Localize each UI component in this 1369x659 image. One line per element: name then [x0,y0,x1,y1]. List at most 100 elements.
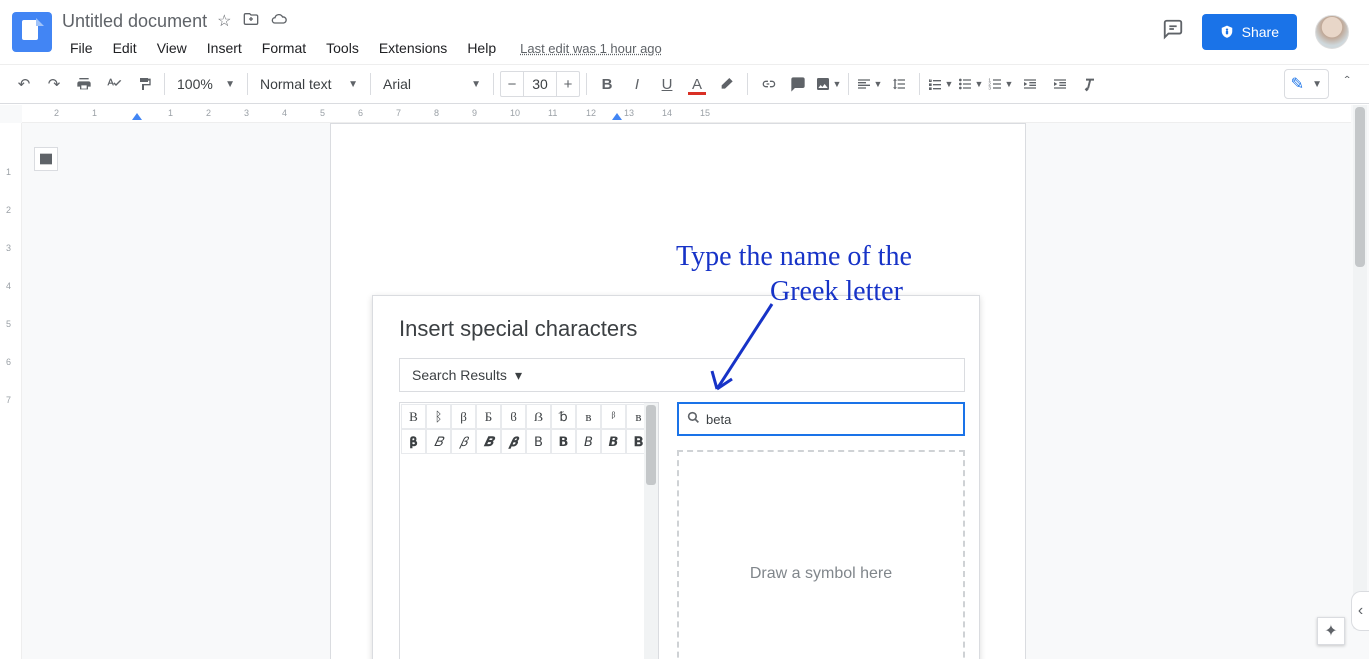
menu-extensions[interactable]: Extensions [371,36,455,60]
char-cell[interactable]: 𝜷 [501,429,526,454]
last-edit-link[interactable]: Last edit was 1 hour ago [520,41,662,56]
ruler-tick: 13 [624,108,634,118]
symbol-search-box[interactable] [677,402,965,436]
char-cell[interactable]: ␢ [551,404,576,429]
ruler-tick: 1 [92,108,97,118]
menu-format[interactable]: Format [254,36,314,60]
character-grid: B ᛒ β Ƃ ϐ ẞ ␢ ʙ ᵝ в 𝛃 𝐵 𝛽 𝑩 𝜷 𝖡 𝗕 [399,402,659,659]
highlight-color-icon[interactable] [713,70,741,98]
zoom-value: 100% [177,76,213,92]
char-cell[interactable]: B [401,404,426,429]
symbol-search-input[interactable] [706,412,955,427]
bold-button[interactable]: B [593,70,621,98]
align-icon[interactable]: ▼ [855,70,883,98]
char-cell[interactable]: 𝘉 [576,429,601,454]
svg-text:3: 3 [988,85,991,90]
ruler-tick: 4 [6,281,11,291]
insert-link-icon[interactable] [754,70,782,98]
numbered-list-icon[interactable]: 123▼ [986,70,1014,98]
clear-formatting-icon[interactable] [1076,70,1104,98]
spellcheck-icon[interactable] [100,70,128,98]
menu-insert[interactable]: Insert [199,36,250,60]
docs-logo-icon[interactable] [12,12,52,52]
char-cell[interactable]: 𝖡 [526,429,551,454]
pencil-icon: ✎ [1291,74,1304,94]
font-value: Arial [383,76,411,92]
vertical-scrollbar[interactable] [1353,105,1367,629]
ruler-tick: 7 [6,395,11,405]
indent-increase-icon[interactable] [1046,70,1074,98]
checklist-icon[interactable]: ▼ [926,70,954,98]
font-size-increase[interactable]: + [557,76,579,93]
comments-icon[interactable] [1162,18,1184,46]
dialog-title: Insert special characters [399,316,965,342]
draw-symbol-area[interactable]: Draw a symbol here [677,450,965,659]
editor-canvas: 2 1 1 2 3 4 5 6 7 8 9 10 11 12 13 14 15 … [0,105,1369,659]
doc-title[interactable]: Untitled document [62,11,207,32]
ruler-tick: 5 [6,319,11,329]
ruler-tick: 2 [54,108,59,118]
paint-format-icon[interactable] [130,70,158,98]
left-indent-marker[interactable] [132,113,142,120]
horizontal-ruler[interactable]: 2 1 1 2 3 4 5 6 7 8 9 10 11 12 13 14 15 [22,105,1351,123]
char-cell[interactable]: 𝐵 [426,429,451,454]
add-comment-icon[interactable] [784,70,812,98]
grid-scrollbar[interactable] [644,403,658,659]
char-cell[interactable]: ʙ [576,404,601,429]
zoom-combo[interactable]: 100%▼ [171,71,241,97]
italic-button[interactable]: I [623,70,651,98]
ruler-tick: 3 [244,108,249,118]
star-icon[interactable]: ☆ [217,11,231,32]
side-panel-handle[interactable]: ‹ [1351,591,1369,631]
explore-button[interactable]: ✦ [1317,617,1345,645]
vertical-ruler[interactable]: 1 2 3 4 5 6 7 [0,123,22,659]
line-spacing-icon[interactable] [885,70,913,98]
show-outline-icon[interactable] [34,147,58,171]
ruler-tick: 8 [434,108,439,118]
indent-decrease-icon[interactable] [1016,70,1044,98]
char-cell[interactable]: β [451,404,476,429]
ruler-tick: 6 [6,357,11,367]
redo-icon[interactable]: ↷ [40,70,68,98]
move-icon[interactable] [243,11,259,32]
collapse-toolbar-icon[interactable]: ＾ [1335,68,1359,100]
char-cell[interactable]: 𝛽 [451,429,476,454]
char-cell[interactable]: 𝛃 [401,429,426,454]
right-indent-marker[interactable] [612,113,622,120]
menu-edit[interactable]: Edit [105,36,145,60]
menu-tools[interactable]: Tools [318,36,367,60]
font-combo[interactable]: Arial▼ [377,71,487,97]
share-label: Share [1242,24,1279,40]
char-cell[interactable]: Ƃ [476,404,501,429]
char-cell[interactable]: ϐ [501,404,526,429]
share-button[interactable]: Share [1202,14,1297,50]
ruler-tick: 2 [6,205,11,215]
cloud-status-icon[interactable] [271,11,287,32]
font-size-decrease[interactable]: − [501,76,523,93]
underline-button[interactable]: U [653,70,681,98]
char-cell[interactable]: ᛒ [426,404,451,429]
insert-image-icon[interactable]: ▼ [814,70,842,98]
category-dropdown[interactable]: Search Results ▾ [399,358,965,392]
undo-icon[interactable]: ↶ [10,70,38,98]
ruler-tick: 1 [6,167,11,177]
char-cell[interactable]: 𝗕 [551,429,576,454]
menu-file[interactable]: File [62,36,101,60]
font-size-stepper: − 30 + [500,71,580,97]
editing-mode-combo[interactable]: ✎ ▼ [1284,69,1329,99]
char-cell[interactable]: 𝑩 [476,429,501,454]
bulleted-list-icon[interactable]: ▼ [956,70,984,98]
style-value: Normal text [260,76,332,92]
ruler-tick: 9 [472,108,477,118]
account-avatar[interactable] [1315,15,1349,49]
char-cell[interactable]: ᵝ [601,404,626,429]
category-dropdown-label: Search Results [412,367,507,383]
char-cell[interactable]: ẞ [526,404,551,429]
menu-view[interactable]: View [149,36,195,60]
char-cell[interactable]: 𝘽 [601,429,626,454]
paragraph-style-combo[interactable]: Normal text▼ [254,71,364,97]
print-icon[interactable] [70,70,98,98]
menu-help[interactable]: Help [459,36,504,60]
font-size-value[interactable]: 30 [523,72,557,96]
text-color-button[interactable]: A [683,70,711,98]
